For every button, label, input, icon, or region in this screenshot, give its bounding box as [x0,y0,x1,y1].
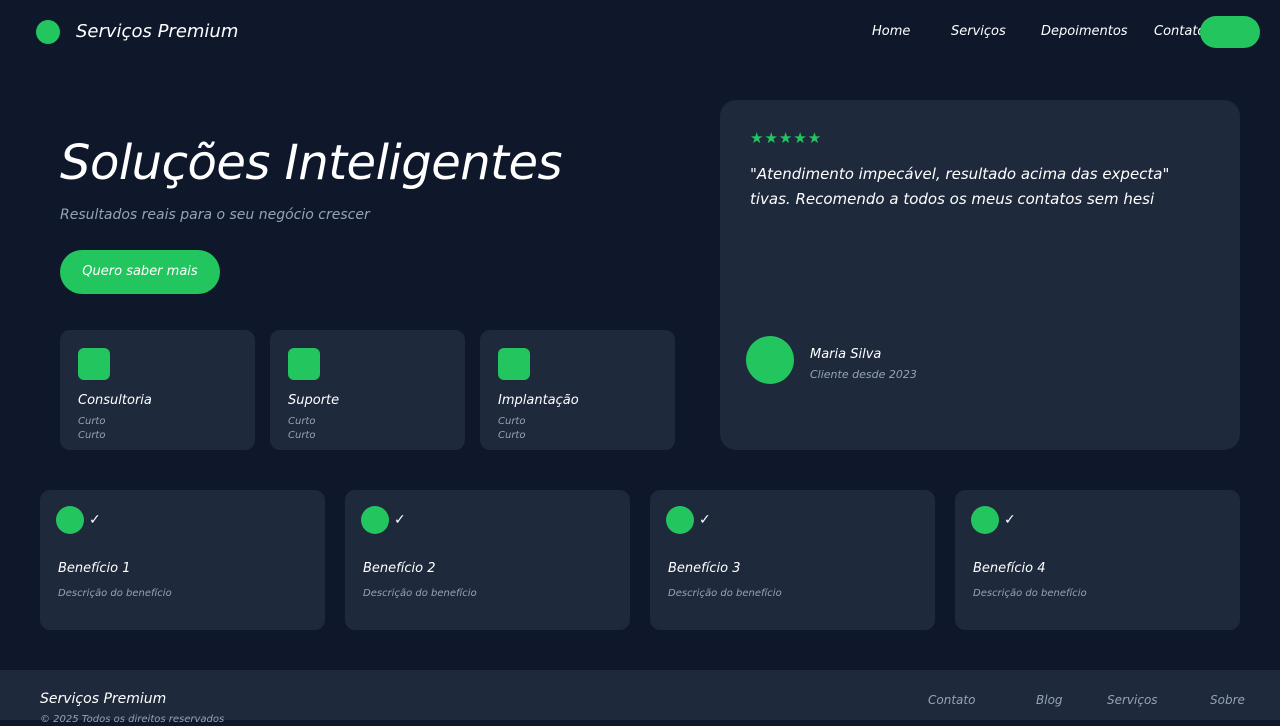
testimonial-author: Maria Silva [810,347,882,362]
check-icon: ✓ [394,512,406,528]
service-icon [78,348,110,380]
cta-button[interactable]: Quero saber mais [60,250,220,294]
testimonial-quote-line: "Atendimento impecável, resultado acima … [750,165,1170,183]
service-icon [288,348,320,380]
hero-subtitle: Resultados reais para o seu negócio cres… [60,207,370,223]
service-desc-line: Curto [288,430,316,441]
benefit-desc: Descrição do benefício [973,588,1087,599]
logo-icon [36,20,60,44]
footer-link-blog[interactable]: Blog [1036,692,1063,708]
service-desc-line: Curto [498,430,526,441]
brand-name[interactable]: Serviços Premium [76,20,238,44]
benefit-title: Benefício 2 [363,561,436,576]
nav-depoimentos[interactable]: Depoimentos [1041,24,1128,40]
benefit-icon [361,506,389,534]
hero-title: Soluções Inteligentes [60,135,563,191]
rating-stars-icon: ★★★★★ [750,129,823,147]
benefit-desc: Descrição do benefício [668,588,782,599]
benefit-icon [56,506,84,534]
service-title: Implantação [498,393,579,408]
service-desc-line: Curto [78,430,106,441]
service-desc-line: Curto [288,416,316,427]
nav-contato[interactable]: Contato [1154,24,1205,40]
benefit-card-2: ✓ Benefício 2 Descrição do benefício [345,490,630,630]
benefit-card-4: ✓ Benefício 4 Descrição do benefício [955,490,1240,630]
benefit-title: Benefício 4 [973,561,1046,576]
nav-servicos[interactable]: Serviços [951,24,1006,40]
benefit-card-1: ✓ Benefício 1 Descrição do benefício [40,490,325,630]
check-icon: ✓ [89,512,101,528]
testimonial-quote-line: tivas. Recomendo a todos os meus contato… [750,190,1155,208]
benefit-desc: Descrição do benefício [363,588,477,599]
service-title: Consultoria [78,393,152,408]
benefit-title: Benefício 3 [668,561,741,576]
check-icon: ✓ [1004,512,1016,528]
service-title: Suporte [288,393,340,408]
service-card-consultoria[interactable]: Consultoria Curto Curto [60,330,255,450]
benefit-icon [971,506,999,534]
footer-link-servicos[interactable]: Serviços [1107,692,1158,708]
footer-link-contato[interactable]: Contato [928,692,975,708]
service-card-implantacao[interactable]: Implantação Curto Curto [480,330,675,450]
service-desc-line: Curto [78,416,106,427]
service-desc-line: Curto [498,416,526,427]
testimonial-since: Cliente desde 2023 [810,368,917,381]
benefit-card-3: ✓ Benefício 3 Descrição do benefício [650,490,935,630]
testimonial-card: ★★★★★ "Atendimento impecável, resultado … [720,100,1240,450]
avatar [746,336,794,384]
benefit-icon [666,506,694,534]
footer-link-sobre[interactable]: Sobre [1210,692,1245,708]
service-card-suporte[interactable]: Suporte Curto Curto [270,330,465,450]
header-cta-button[interactable] [1200,16,1260,48]
check-icon: ✓ [699,512,711,528]
footer: Serviços Premium © 2025 Todos os direito… [0,670,1280,725]
footer-copyright: © 2025 Todos os direitos reservados [40,714,225,725]
nav-home[interactable]: Home [872,24,910,40]
footer-brand: Serviços Premium [40,691,167,707]
benefit-title: Benefício 1 [58,561,131,576]
service-icon [498,348,530,380]
benefit-desc: Descrição do benefício [58,588,172,599]
